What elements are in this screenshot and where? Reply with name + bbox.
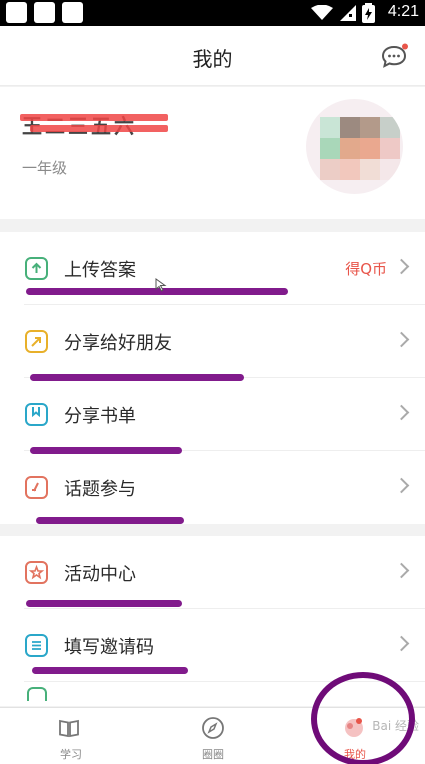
menu-item-icon bbox=[27, 687, 47, 701]
menu-item-share-friends[interactable]: 分享给好朋友 bbox=[0, 305, 425, 378]
chevron-right-icon bbox=[393, 404, 410, 421]
screen: 4:21 我的 王二三五六 一年级 bbox=[0, 0, 425, 764]
tab-label: 圈圈 bbox=[202, 748, 224, 761]
chevron-right-icon bbox=[393, 477, 410, 494]
menu-item-topic-participation[interactable]: 话题参与 bbox=[0, 451, 425, 524]
tab-label: 学习 bbox=[60, 748, 82, 761]
app-header: 我的 bbox=[0, 26, 425, 86]
menu-item-label: 话题参与 bbox=[64, 479, 136, 500]
annotation-scribble bbox=[36, 517, 184, 524]
signal-icon bbox=[340, 5, 356, 21]
chevron-right-icon bbox=[393, 258, 410, 275]
share-arrow-icon bbox=[25, 330, 48, 353]
menu-item-label: 分享书单 bbox=[64, 406, 136, 427]
redaction-mark bbox=[20, 114, 168, 121]
menu-item-activity-center[interactable]: 活动中心 bbox=[0, 536, 425, 609]
star-activity-icon bbox=[25, 561, 48, 584]
user-grade: 一年级 bbox=[22, 159, 68, 177]
annotation-scribble bbox=[30, 374, 244, 381]
chevron-right-icon bbox=[393, 331, 410, 348]
topic-edit-icon bbox=[25, 476, 48, 499]
battery-charging-icon bbox=[362, 3, 375, 23]
bookmark-book-icon bbox=[25, 403, 48, 426]
notification-icon bbox=[6, 2, 27, 23]
notification-icon bbox=[34, 2, 55, 23]
message-icon[interactable] bbox=[381, 43, 409, 69]
menu-item-label: 上传答案 bbox=[64, 260, 136, 281]
avatar[interactable] bbox=[306, 99, 403, 194]
annotation-circle bbox=[311, 672, 415, 764]
status-bar: 4:21 bbox=[0, 0, 425, 26]
annotation-scribble bbox=[30, 447, 182, 454]
menu-item-label: 活动中心 bbox=[64, 564, 136, 585]
book-icon bbox=[59, 719, 79, 738]
menu-item-share-booklist[interactable]: 分享书单 bbox=[0, 378, 425, 451]
invite-code-icon bbox=[25, 634, 48, 657]
compass-icon bbox=[202, 717, 224, 739]
notification-icon bbox=[62, 2, 83, 23]
tab-study[interactable]: 学习 bbox=[0, 708, 142, 764]
menu-item-label: 分享给好朋友 bbox=[64, 333, 172, 354]
clock-time: 4:21 bbox=[387, 3, 419, 20]
chevron-right-icon bbox=[393, 562, 410, 579]
wifi-icon bbox=[311, 5, 333, 20]
tab-circles[interactable]: 圈圈 bbox=[142, 708, 284, 764]
cursor-icon bbox=[155, 278, 167, 292]
chevron-right-icon bbox=[393, 635, 410, 652]
annotation-scribble bbox=[32, 667, 188, 674]
q-coin-badge: 得Q币 bbox=[345, 260, 387, 278]
menu-item-label: 填写邀请码 bbox=[64, 637, 154, 658]
annotation-scribble bbox=[26, 600, 182, 607]
page-title: 我的 bbox=[192, 47, 233, 71]
profile-card[interactable]: 王二三五六 一年级 bbox=[0, 87, 425, 219]
upload-icon bbox=[25, 257, 48, 280]
redaction-mark bbox=[30, 125, 168, 132]
